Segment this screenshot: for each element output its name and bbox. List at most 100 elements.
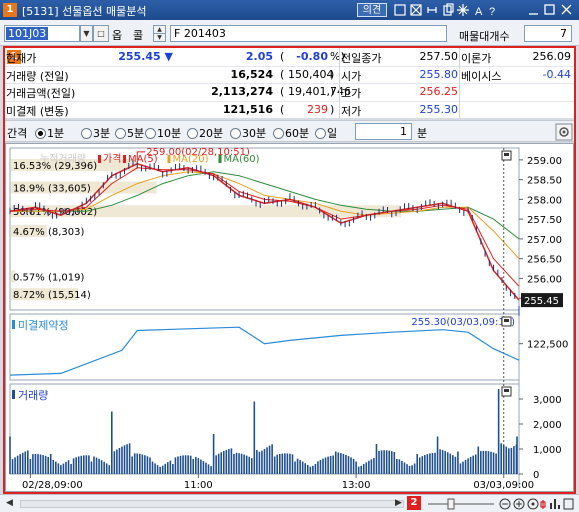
high-annotation: 259.00(02/28,10:51) <box>146 147 250 158</box>
legend-cumulative-volume: 누적거래량 <box>40 153 86 165</box>
current-price-label: 255.45 <box>524 296 559 307</box>
interval-option-radio[interactable]: 10분 <box>145 125 181 141</box>
price-value: 257.50 <box>419 50 459 63</box>
code-value: 101J03 <box>6 27 49 40</box>
chart-panel <box>9 147 520 311</box>
row-label: 미결제 (변동) <box>6 104 69 118</box>
interval-option-radio[interactable]: 5분 <box>115 125 144 141</box>
opinion-button[interactable]: 의견 <box>357 3 387 17</box>
row-label: 현재가 <box>6 52 37 65</box>
secondary-value: 239 <box>307 102 328 116</box>
window-badge: 1 <box>3 3 17 17</box>
volume-y-tick-label: 1,000 <box>533 445 562 456</box>
scroll-left-icon[interactable]: ◀ <box>6 498 13 508</box>
prev-label: 시가 <box>341 69 362 83</box>
code-input[interactable]: 101J03 <box>4 25 80 42</box>
interval-option-label: 3분 <box>93 127 111 140</box>
zoom-out-icon <box>499 498 511 510</box>
interval-option-radio[interactable]: 30분 <box>230 125 266 141</box>
radio-icon <box>145 128 156 139</box>
price-value: 255.80 <box>419 67 459 81</box>
radio-icon <box>315 128 326 139</box>
volume-profile-label: 0.57% (1,019) <box>13 272 84 283</box>
chart-settings-icon[interactable] <box>555 123 573 141</box>
interval-label: 간격 <box>7 127 28 140</box>
option-button[interactable]: 옵 <box>112 27 122 43</box>
interval-option-radio[interactable]: 1분 <box>35 125 64 141</box>
bottom-bar: ◀ ▶ 2 <box>0 494 579 512</box>
interval-option-label: 1분 <box>47 127 65 140</box>
y-tick-label: 257.00 <box>527 235 562 246</box>
close-icon <box>561 4 572 15</box>
oi-y-tick-label: 122,500 <box>527 340 568 351</box>
panel-collapse-icon <box>504 319 509 322</box>
volume-y-tick-label: 3,000 <box>533 395 562 406</box>
zoom-slider-handle <box>447 498 455 510</box>
instrument-name-field: F 201403 <box>170 25 447 42</box>
window-controls[interactable] <box>527 3 577 17</box>
legend-swatch <box>98 155 101 163</box>
change-value: 2.05 <box>245 50 273 63</box>
y-tick-label: 258.00 <box>527 195 562 206</box>
theory-value: -0.44 <box>542 67 571 81</box>
x-tick-label: 03/03,09:00 <box>473 480 534 491</box>
volume-profile-label: 18.9% (33,605) <box>13 184 91 195</box>
interval-option-radio[interactable]: 60분 <box>273 125 309 141</box>
link-icon <box>427 7 437 13</box>
interval-count-input[interactable]: 1 <box>355 123 412 140</box>
title-bar: 1 [5131] 선물옵션 매물분석 의견 A ? <box>0 0 579 20</box>
interval-option-label: 일 <box>327 127 338 140</box>
interval-option-radio[interactable]: 20분 <box>187 125 223 141</box>
row-divider <box>5 100 574 102</box>
quantity-input[interactable]: 7 <box>524 25 572 42</box>
y-tick-label: 256.00 <box>527 274 562 285</box>
prev-label: 고가 <box>341 87 362 100</box>
price-value: 255.30 <box>419 102 459 116</box>
save-icon <box>394 4 406 16</box>
code-dropdown-button[interactable]: ▼ <box>80 25 93 42</box>
radio-icon <box>115 128 126 139</box>
zoom-in-icon <box>513 498 525 510</box>
interval-option-label: 30분 <box>242 127 267 140</box>
quote-info-table: 1 현재가 255.45 ▼ 2.05(-0.80%) 전일종가 257.50 이론가 256… <box>5 48 574 118</box>
oi-line <box>9 326 520 376</box>
info-row: 거래금액(전일) 2,113,274(19,401,746) 고가 256.25 <box>5 83 574 100</box>
secondary-value: -0.80 <box>296 50 328 63</box>
interval-option-radio[interactable]: 일 <box>315 125 337 141</box>
radio-icon <box>273 128 284 139</box>
oi-panel-title: 미결제약정 <box>18 318 69 332</box>
column-divider <box>339 48 340 118</box>
prev-label: 저가 <box>341 104 362 118</box>
info-row: 현재가 255.45 ▼ 2.05(-0.80%) 전일종가 257.50 이론가 256.… <box>5 48 574 65</box>
row-divider <box>5 83 574 84</box>
code-search-button[interactable]: □ <box>93 25 109 42</box>
volume-y-tick-label: 2,000 <box>533 420 562 431</box>
volume-legend-swatch <box>12 390 15 399</box>
chart-area: 16.53% (29,396) 18.9% (33,605) 50.61% (90,… <box>5 143 574 492</box>
settings-icon <box>457 4 469 16</box>
y-tick-label: 259.00 <box>527 156 562 167</box>
interval-option-radio[interactable]: 3분 <box>81 125 110 141</box>
legend-label: 가격 <box>103 152 121 165</box>
x-tick-label: 13:00 <box>342 480 371 491</box>
change-value: 121,516 <box>222 102 273 116</box>
bar-chart-icon <box>550 499 560 509</box>
list-icon <box>563 498 574 510</box>
title-toolbar-icons: A ? <box>394 3 495 17</box>
scroll-right-icon[interactable]: ▶ <box>395 498 402 508</box>
oi-legend-swatch <box>12 320 15 329</box>
volume-panel-title: 거래량 <box>18 389 48 402</box>
call-button[interactable]: 콜 <box>133 27 143 43</box>
interval-option-label: 60분 <box>285 127 310 140</box>
column-divider <box>459 48 460 118</box>
panel-collapse-icon <box>504 153 509 156</box>
legend-swatch <box>123 155 126 163</box>
info-row: 거래량 (전일) 16,524(150,404) 시가 255.80 베이시스 -0.44 <box>5 66 574 83</box>
chart-svg: 16.53% (29,396)18.9% (33,605)50.61% (90,… <box>9 147 568 491</box>
zoom-controls[interactable] <box>426 496 576 511</box>
theory-label: 베이시스 <box>461 69 502 83</box>
horizontal-scrollbar[interactable] <box>20 500 404 508</box>
help-icon: ? <box>489 6 495 17</box>
stepper-down-button[interactable]: ▼ <box>153 33 166 42</box>
quantity-label: 매물대개수 <box>459 30 510 43</box>
